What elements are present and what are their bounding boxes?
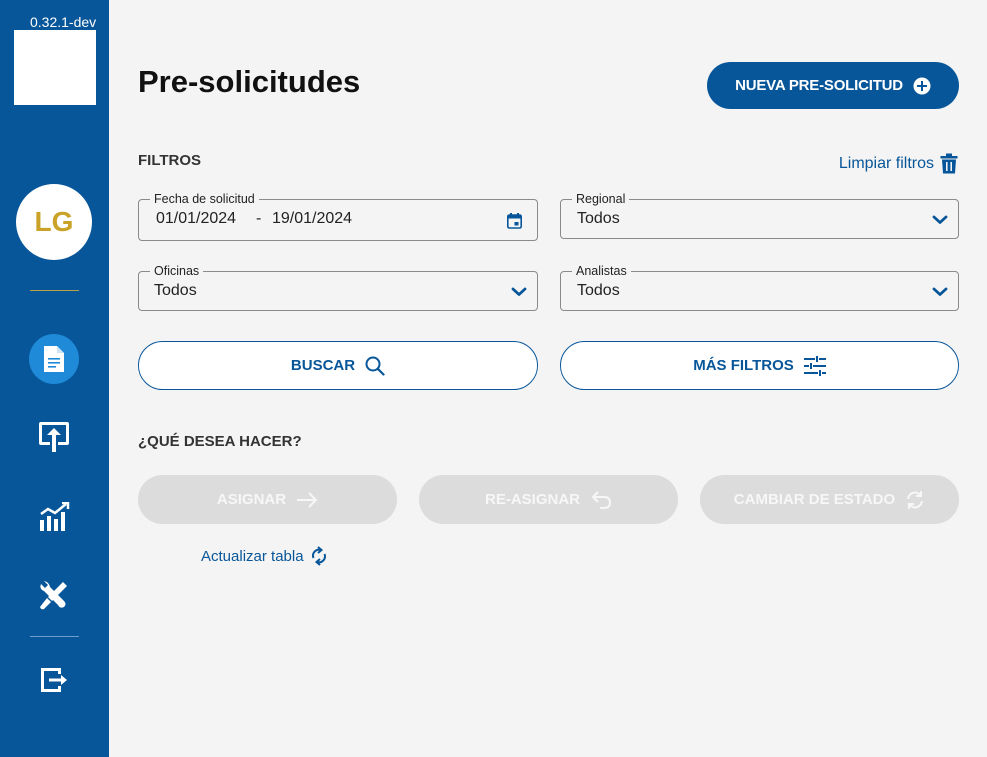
sidebar-divider bbox=[30, 290, 79, 291]
filters-heading: FILTROS bbox=[138, 152, 202, 169]
sidebar-item-presolicitudes[interactable] bbox=[29, 334, 79, 384]
assign-label: ASIGNAR bbox=[216, 491, 287, 508]
date-from-input[interactable]: 01/01/2024 bbox=[156, 210, 236, 228]
sidebar: 0.32.1-dev LG bbox=[0, 0, 109, 757]
add-circle-icon bbox=[913, 77, 931, 94]
sidebar-divider bbox=[30, 636, 79, 637]
clear-filters-label: Limpiar filtros bbox=[838, 154, 934, 172]
analistas-value: Todos bbox=[577, 282, 620, 299]
search-icon bbox=[365, 356, 385, 376]
page-title: Pre-solicitudes bbox=[138, 64, 361, 99]
oficinas-value: Todos bbox=[154, 282, 197, 299]
change-status-label: CAMBIAR DE ESTADO bbox=[733, 491, 896, 508]
chevron-down-icon bbox=[932, 215, 948, 224]
sync-icon bbox=[907, 490, 924, 509]
chevron-down-icon bbox=[511, 287, 527, 296]
more-filters-button[interactable]: MÁS FILTROS bbox=[560, 341, 959, 390]
avatar[interactable]: LG bbox=[16, 184, 92, 260]
logout-icon bbox=[41, 668, 67, 692]
sidebar-item-tools[interactable] bbox=[29, 570, 79, 620]
chart-icon bbox=[40, 502, 70, 531]
regional-value: Todos bbox=[577, 210, 620, 227]
date-separator: - bbox=[256, 210, 262, 227]
change-status-button[interactable]: CAMBIAR DE ESTADO bbox=[700, 475, 959, 524]
analistas-select[interactable]: Analistas Todos bbox=[560, 263, 959, 311]
refresh-table-label: Actualizar tabla bbox=[201, 547, 304, 565]
app-version: 0.32.1-dev bbox=[30, 14, 97, 30]
trash-icon bbox=[940, 153, 958, 174]
more-filters-label: MÁS FILTROS bbox=[693, 357, 794, 374]
oficinas-label: Oficinas bbox=[150, 263, 204, 279]
reassign-button[interactable]: RE-ASIGNAR bbox=[419, 475, 678, 524]
refresh-icon bbox=[311, 546, 326, 566]
sidebar-item-reports[interactable] bbox=[29, 492, 79, 542]
assign-button[interactable]: ASIGNAR bbox=[138, 475, 397, 524]
actions-heading: ¿QUÉ DESEA HACER? bbox=[138, 433, 302, 450]
sidebar-item-logout[interactable] bbox=[29, 655, 79, 705]
date-range-label: Fecha de solicitud bbox=[150, 191, 259, 207]
new-presolicitud-button[interactable]: NUEVA PRE-SOLICITUD bbox=[707, 62, 959, 109]
new-presolicitud-label: NUEVA PRE-SOLICITUD bbox=[735, 77, 903, 94]
search-button[interactable]: BUSCAR bbox=[138, 341, 538, 390]
date-to-input[interactable]: 19/01/2024 bbox=[272, 210, 352, 228]
regional-label: Regional bbox=[572, 191, 630, 207]
document-icon bbox=[44, 346, 64, 372]
undo-arrow-icon bbox=[591, 490, 612, 509]
sidebar-item-upload[interactable] bbox=[29, 412, 79, 462]
avatar-initials: LG bbox=[34, 206, 74, 237]
arrow-right-icon bbox=[297, 491, 318, 508]
clear-filters-link[interactable]: Limpiar filtros bbox=[839, 153, 958, 174]
logo bbox=[14, 30, 96, 105]
calendar-icon[interactable] bbox=[507, 213, 522, 229]
refresh-table-link[interactable]: Actualizar tabla bbox=[201, 546, 328, 566]
oficinas-select[interactable]: Oficinas Todos bbox=[138, 263, 538, 311]
reassign-label: RE-ASIGNAR bbox=[484, 491, 580, 508]
search-button-label: BUSCAR bbox=[290, 357, 356, 374]
sliders-icon bbox=[803, 355, 826, 376]
date-range-field[interactable]: Fecha de solicitud 01/01/2024 - 19/01/20… bbox=[138, 191, 538, 241]
tools-icon bbox=[40, 581, 67, 610]
analistas-label: Analistas bbox=[572, 263, 631, 279]
upload-icon bbox=[39, 422, 69, 452]
chevron-down-icon bbox=[932, 287, 948, 296]
regional-select[interactable]: Regional Todos bbox=[560, 191, 959, 239]
